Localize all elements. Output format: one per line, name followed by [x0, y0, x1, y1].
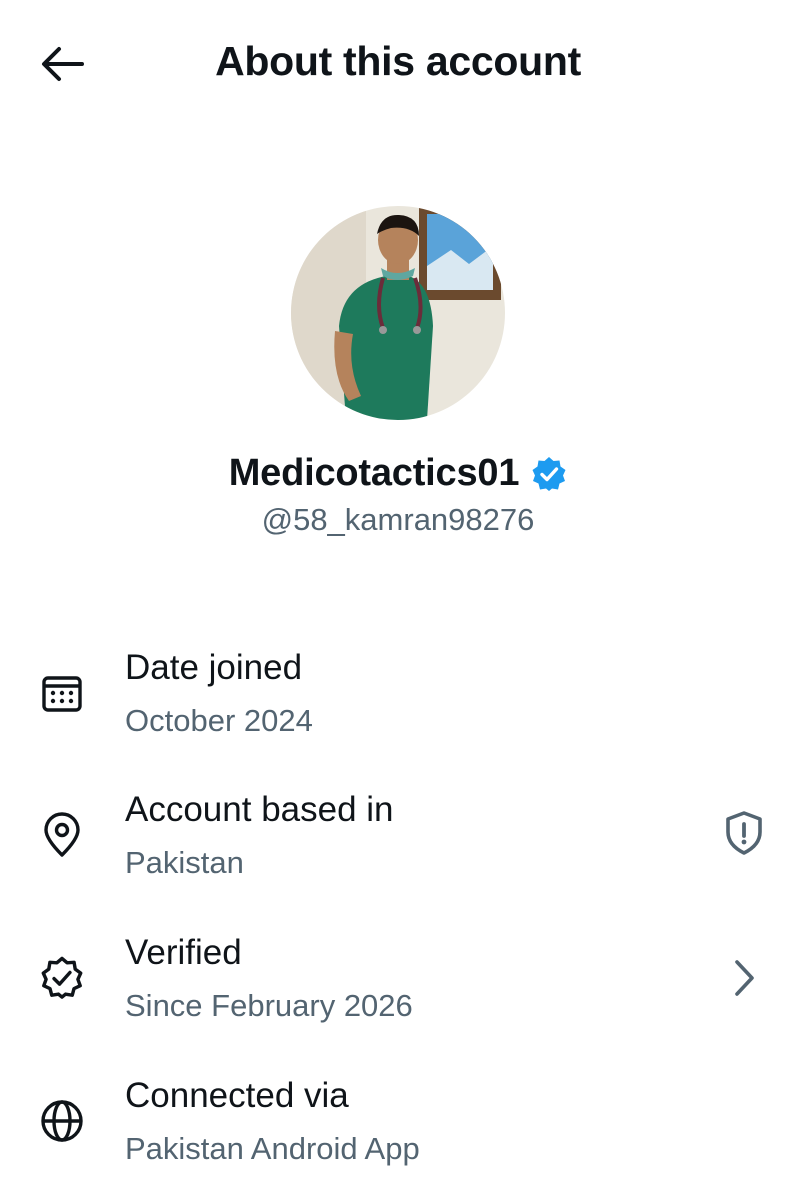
detail-title: Connected via	[125, 1076, 349, 1115]
header-bar: About this account	[0, 0, 796, 126]
calendar-icon	[36, 667, 88, 719]
detail-row-date-joined: Date joined October 2024	[0, 645, 796, 755]
detail-value: Since February 2026	[125, 988, 413, 1023]
display-name: Medicotactics01	[228, 452, 520, 494]
detail-value: Pakistan Android App	[125, 1131, 420, 1166]
detail-row-verified[interactable]: Verified Since February 2026	[0, 930, 796, 1040]
username-handle: @58_kamran98276	[261, 502, 535, 537]
chevron-right-icon[interactable]	[718, 952, 770, 1004]
location-pin-icon	[36, 809, 88, 861]
detail-title: Date joined	[125, 648, 303, 687]
detail-title: Verified	[125, 933, 242, 972]
detail-title: Account based in	[125, 790, 394, 829]
detail-value: October 2024	[125, 703, 313, 738]
shield-alert-icon[interactable]	[718, 807, 770, 859]
detail-row-account-based-in: Account based in Pakistan	[0, 787, 796, 897]
verified-badge-outline-icon	[36, 952, 88, 1004]
globe-icon	[36, 1095, 88, 1147]
profile-name-row: Medicotactics01	[0, 452, 796, 495]
page-title: About this account	[215, 38, 581, 84]
avatar[interactable]	[291, 206, 505, 420]
detail-row-connected-via: Connected via Pakistan Android App	[0, 1073, 796, 1183]
detail-value: Pakistan	[125, 845, 244, 880]
verified-badge-icon	[532, 456, 566, 491]
